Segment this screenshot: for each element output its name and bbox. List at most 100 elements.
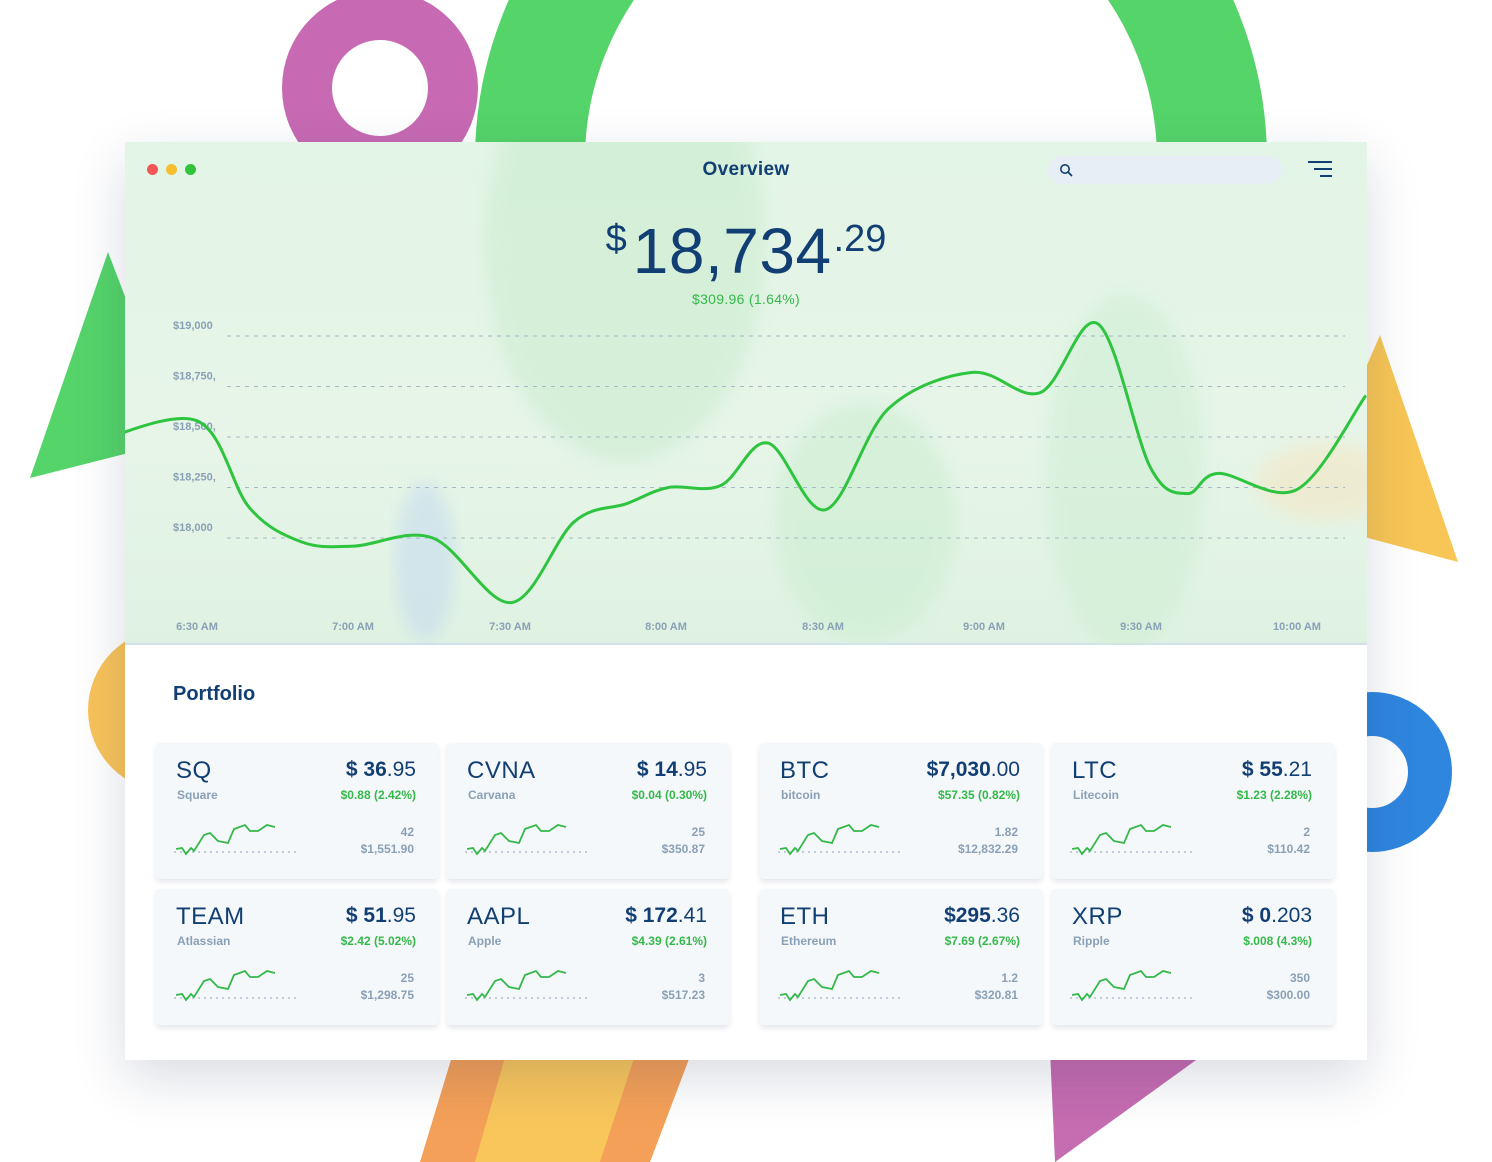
holding-price-int: $ 36	[345, 758, 387, 781]
balance-series-line	[125, 321, 1367, 605]
holding-sparkline	[1070, 969, 1192, 1002]
y-tick-label: $18,000	[173, 522, 213, 534]
holding-price-dec: .36	[990, 904, 1020, 927]
holding-card-eth[interactable]: ETH Ethereum $295.36 $7.69 (2.67%) 1.2 $320.8…	[760, 889, 1042, 1025]
app-window: $19,000 $18,750, $18,500, $18,250, $18,000 6…	[125, 142, 1367, 1060]
balance-integer: 18,734	[632, 215, 832, 287]
holding-price: $295.36	[944, 904, 1020, 928]
holding-price: $ 14.95	[637, 758, 707, 782]
x-tick-label: 7:30 AM	[489, 621, 531, 633]
x-tick-label: 8:30 AM	[802, 621, 844, 633]
purple-triangle-shape	[1050, 1050, 1210, 1162]
holding-card-ltc[interactable]: LTC Litecoin $ 55.21 $1.23 (2.28%) 2 $110.42	[1052, 743, 1334, 879]
holding-price-int: $ 14	[636, 758, 678, 781]
holding-symbol: LTC	[1072, 757, 1118, 784]
holding-name: Atlassian	[177, 934, 231, 948]
holding-quantity: 1.82	[994, 825, 1018, 839]
holding-sparkline	[174, 823, 296, 856]
x-tick-label: 10:00 AM	[1273, 621, 1321, 633]
holding-price-dec: .95	[677, 758, 707, 781]
holding-card-aapl[interactable]: AAPL Apple $ 172.41 $4.39 (2.61%) 3 $517.23	[447, 889, 729, 1025]
holding-value: $1,551.90	[360, 842, 414, 856]
y-axis: $19,000$18,750,$18,500,$18,250,$18,000	[173, 320, 216, 534]
holding-value: $12,832.29	[957, 842, 1018, 856]
holding-card-team[interactable]: TEAM Atlassian $ 51.95 $2.42 (5.02%) 25 $1,29…	[156, 889, 438, 1025]
holding-symbol: AAPL	[467, 903, 531, 930]
x-tick-label: 9:30 AM	[1120, 621, 1162, 633]
holding-price-dec: .00	[990, 758, 1020, 781]
holding-name: Litecoin	[1073, 788, 1120, 802]
holding-value: $517.23	[661, 988, 705, 1002]
x-tick-label: 9:00 AM	[963, 621, 1005, 633]
holding-quantity: 350	[1289, 971, 1310, 985]
x-tick-label: 7:00 AM	[332, 621, 374, 633]
balance-currency: $	[605, 218, 627, 260]
holding-price-int: $ 51	[345, 904, 387, 927]
holding-quantity: 42	[400, 825, 414, 839]
holding-price-dec: .41	[677, 904, 707, 927]
holding-value: $320.81	[974, 988, 1018, 1002]
overview-panel: $19,000 $18,750, $18,500, $18,250, $18,000 6…	[125, 142, 1367, 645]
holding-sparkline	[778, 969, 900, 1002]
holding-name: Ripple	[1073, 934, 1110, 948]
holding-name: Square	[177, 788, 218, 802]
holding-change: $2.42 (5.02%)	[340, 934, 416, 948]
holding-price: $ 36.95	[346, 758, 416, 782]
holding-sparkline	[1070, 823, 1192, 856]
holding-change: $0.04 (0.30%)	[631, 788, 707, 802]
holding-price-int: $ 172	[625, 904, 678, 927]
green-ring-shape	[475, 0, 1267, 161]
x-tick-label: 6:30 AM	[176, 621, 218, 633]
holding-sparkline	[778, 823, 900, 856]
pink-ring-shape	[282, 0, 478, 186]
balance-cents: .29	[833, 218, 887, 260]
menu-button[interactable]	[1306, 160, 1334, 178]
holding-price: $ 55.21	[1242, 758, 1312, 782]
holding-card-btc[interactable]: BTC bitcoin $7,030.00 $57.35 (0.82%) 1.82 $12…	[760, 743, 1042, 879]
holding-sparkline	[465, 823, 587, 856]
holding-price: $ 172.41	[625, 904, 707, 928]
x-tick-label: 8:00 AM	[645, 621, 687, 633]
holding-price: $ 51.95	[346, 904, 416, 928]
holding-price-int: $ 0	[1241, 904, 1272, 927]
holding-symbol: SQ	[176, 757, 212, 784]
holding-change: $1.23 (2.28%)	[1236, 788, 1312, 802]
holding-symbol: ETH	[780, 903, 830, 930]
holding-card-sq[interactable]: SQ Square $ 36.95 $0.88 (2.42%) 42 $1,551.90	[156, 743, 438, 879]
holding-quantity: 25	[691, 825, 705, 839]
holding-symbol: XRP	[1072, 903, 1123, 930]
holding-change: $7.69 (2.67%)	[944, 934, 1020, 948]
holding-name: Apple	[468, 934, 502, 948]
holding-price-int: $295	[944, 904, 991, 927]
holding-name: Ethereum	[781, 934, 837, 948]
holding-price-int: $7,030	[926, 758, 991, 781]
holding-change: $0.88 (2.42%)	[340, 788, 416, 802]
holding-quantity: 1.2	[1001, 971, 1018, 985]
holding-quantity: 25	[400, 971, 414, 985]
holding-price-dec: .95	[386, 758, 416, 781]
holding-name: Carvana	[468, 788, 516, 802]
holding-card-xrp[interactable]: XRP Ripple $ 0.203 $.008 (4.3%) 350 $300.00	[1052, 889, 1334, 1025]
holding-sparkline	[465, 969, 587, 1002]
holding-change: $.008 (4.3%)	[1243, 934, 1312, 948]
search-input[interactable]	[1080, 156, 1270, 184]
holding-change: $4.39 (2.61%)	[631, 934, 707, 948]
holding-symbol: BTC	[780, 757, 830, 784]
search-icon	[1060, 164, 1073, 177]
holding-sparkline	[174, 969, 296, 1002]
holding-symbol: CVNA	[467, 757, 536, 784]
holding-quantity: 2	[1303, 825, 1310, 839]
holding-symbol: TEAM	[176, 903, 245, 930]
portfolio-heading: Portfolio	[173, 683, 256, 705]
holding-price: $7,030.00	[927, 758, 1020, 782]
chart-gridlines	[227, 335, 1345, 539]
holding-price: $ 0.203	[1242, 904, 1312, 928]
y-tick-label: $18,250,	[173, 472, 216, 484]
holding-price-dec: .21	[1282, 758, 1312, 781]
holding-value: $110.42	[1267, 842, 1310, 856]
holding-card-cvna[interactable]: CVNA Carvana $ 14.95 $0.04 (0.30%) 25 $350.87	[447, 743, 729, 879]
holding-price-dec: .203	[1271, 904, 1312, 927]
holding-quantity: 3	[698, 971, 705, 985]
holding-value: $350.87	[661, 842, 705, 856]
x-axis: 6:30 AM 7:00 AM 7:30 AM 8:00 AM 8:30 AM 9:00 …	[176, 621, 1321, 633]
